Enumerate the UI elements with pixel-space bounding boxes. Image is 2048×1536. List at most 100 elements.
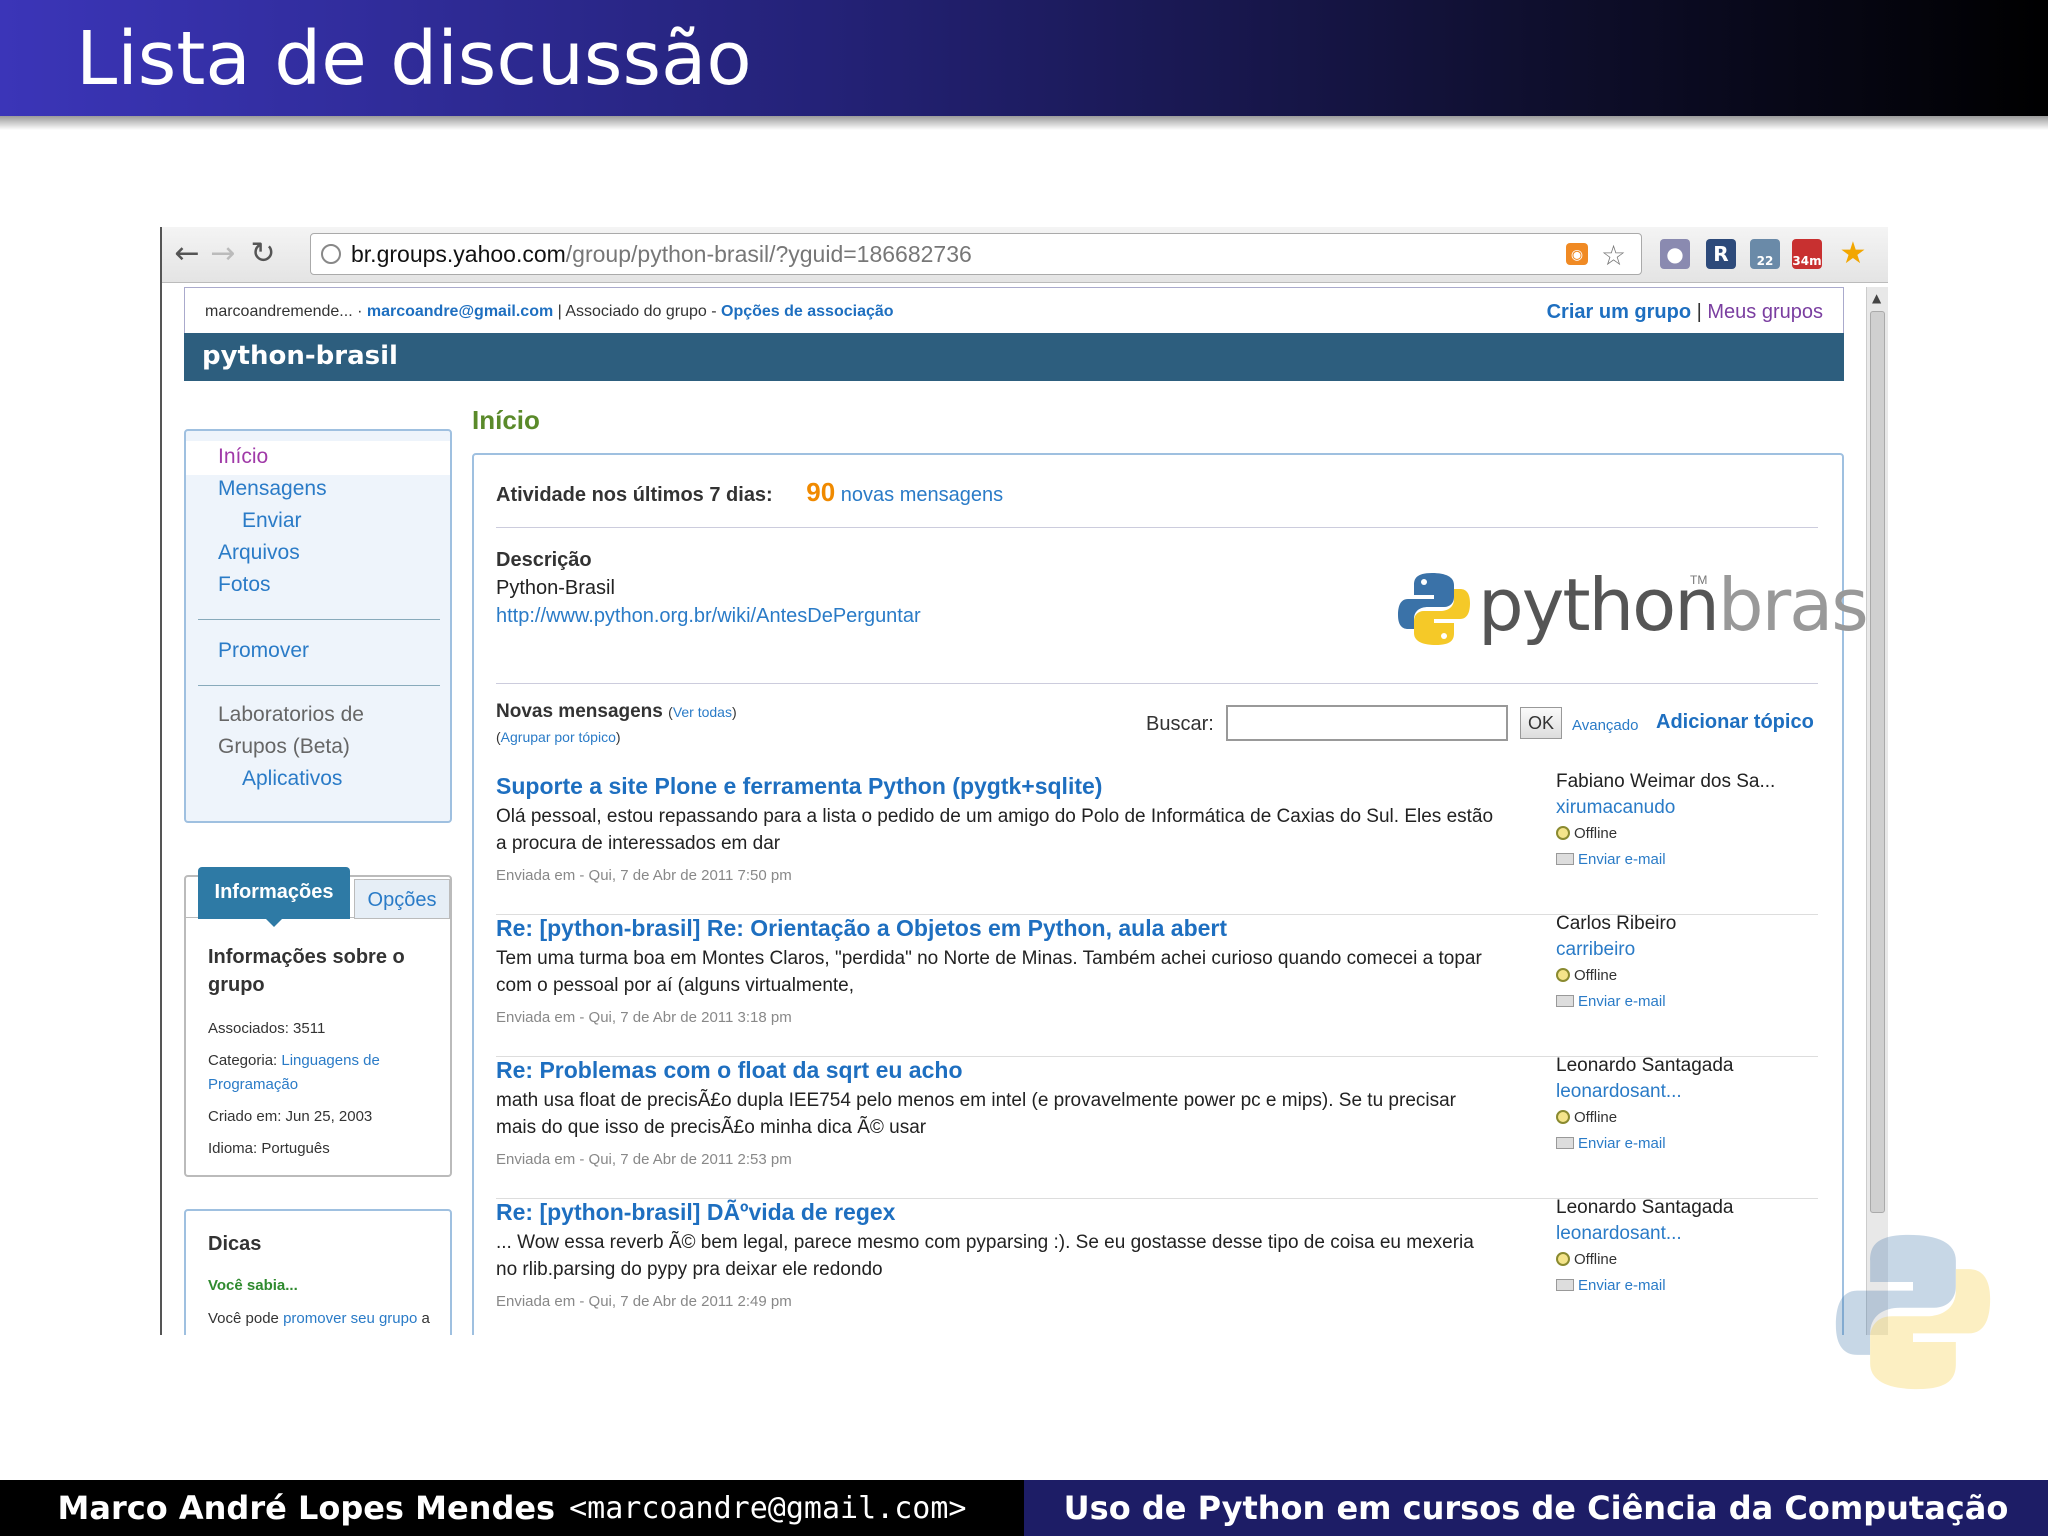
add-topic-link[interactable]: Adicionar tópico [1656, 711, 1814, 734]
send-email-label: Enviar e-mail [1578, 1277, 1666, 1294]
send-email-link[interactable]: Enviar e-mail [1556, 1135, 1666, 1152]
nav-divider [198, 685, 440, 686]
message-sent-date: Enviada em - Qui, 7 de Abr de 2011 7:50 … [496, 867, 792, 884]
envelope-icon [1556, 995, 1574, 1007]
reload-icon[interactable]: ↻ [246, 237, 280, 271]
user-name: marcoandremende... · [205, 303, 367, 320]
message-body: Olá pessoal, estou repassando para a lis… [496, 806, 1494, 854]
browser-toolbar: ← → ↻ br.groups.yahoo.com/group/python-b… [162, 227, 1888, 283]
status-text: Offline [1574, 825, 1618, 842]
activity-label: Atividade nos últimos 7 dias: [496, 484, 773, 506]
back-arrow-icon[interactable]: ← [170, 237, 204, 271]
logo-python-word: python [1478, 563, 1720, 647]
nav-item-inicio[interactable]: Início [218, 445, 268, 469]
slide-title: Lista de discussão [76, 16, 752, 102]
message-subject-link[interactable]: Re: [python-brasil] DÃºvida de regex [496, 1199, 895, 1226]
create-group-link[interactable]: Criar um grupo [1547, 301, 1691, 323]
tips-heading: Dicas [208, 1233, 262, 1255]
envelope-icon [1556, 1137, 1574, 1149]
vertical-scrollbar[interactable]: ▲ [1866, 287, 1888, 1335]
extension-icon[interactable]: ● [1660, 239, 1690, 269]
forward-arrow-icon[interactable]: → [206, 237, 240, 271]
new-messages-label: Novas mensagens [496, 701, 663, 722]
weather-badge-icon[interactable]: 22 [1750, 239, 1780, 269]
url-path: /group/python-brasil/?yguid=186682736 [565, 241, 972, 267]
footer-talk-title: Uso de Python em cursos de Ciência da Co… [1024, 1480, 2048, 1536]
author-status: Offline [1556, 1109, 1617, 1126]
logo-trademark: TM [1690, 573, 1708, 587]
message-author-nick-link[interactable]: carribeiro [1556, 939, 1635, 961]
scrollbar-thumb[interactable] [1870, 311, 1885, 1213]
scroll-up-arrow-icon[interactable]: ▲ [1872, 291, 1881, 305]
favorite-star-icon[interactable]: ★ [1838, 239, 1868, 269]
browser-screenshot: ← → ↻ br.groups.yahoo.com/group/python-b… [160, 227, 1888, 1335]
nav-item-arquivos[interactable]: Arquivos [218, 541, 300, 565]
send-email-link[interactable]: Enviar e-mail [1556, 851, 1666, 868]
tips-text-start: Você pode [208, 1310, 284, 1327]
offline-status-icon [1556, 1252, 1570, 1266]
nav-item-mensagens[interactable]: Mensagens [218, 477, 327, 501]
nav-item-aplicativos[interactable]: Aplicativos [242, 767, 342, 791]
address-bar[interactable]: br.groups.yahoo.com/group/python-brasil/… [310, 233, 1642, 275]
search-input[interactable] [1226, 705, 1508, 741]
r-extension-icon[interactable]: R [1706, 239, 1736, 269]
message-subject-link[interactable]: Re: Problemas com o float da sqrt eu ach… [496, 1057, 963, 1084]
view-all-link[interactable]: Ver todas [673, 704, 732, 720]
search-ok-button[interactable]: OK [1520, 707, 1562, 739]
logo-brasil-word: brasil [1717, 563, 1888, 647]
message-body: math usa float de precisÃ£o dupla IEE754… [496, 1090, 1457, 1138]
user-email-link[interactable]: marcoandre@gmail.com [367, 303, 553, 320]
group-by-topic-link[interactable]: Agrupar por tópico [501, 729, 616, 745]
info-heading: Informações sobre o grupo [208, 946, 405, 996]
view-all-wrapper: (Ver todas) [668, 704, 737, 720]
activity-count: 90 [806, 477, 836, 507]
group-links: Criar um grupo | Meus grupos [1547, 301, 1823, 324]
nav-item-promover[interactable]: Promover [218, 639, 309, 663]
message-author-nick-link[interactable]: leonardosant... [1556, 1081, 1682, 1103]
nav-labs-label-line2: Grupos (Beta) [218, 735, 350, 758]
user-bar: marcoandremende... · marcoandre@gmail.co… [184, 287, 1844, 333]
python-brasil-logo: pythonbrasil TM [1396, 563, 1888, 657]
nav-labs-label-line1: Laboratorios de [218, 703, 364, 726]
message-author-nick-link[interactable]: xirumacanudo [1556, 797, 1675, 819]
envelope-icon [1556, 1279, 1574, 1291]
advanced-search-link[interactable]: Avançado [1572, 717, 1638, 734]
logo-wordmark: pythonbrasil [1478, 563, 1888, 647]
message-subject-link[interactable]: Re: [python-brasil] Re: Orientação a Obj… [496, 915, 1227, 942]
badge-22: 22 [1756, 254, 1774, 268]
status-text: Offline [1574, 967, 1618, 984]
slide-title-bar: Lista de discussão [0, 0, 2048, 130]
send-email-link[interactable]: Enviar e-mail [1556, 993, 1666, 1010]
main-title: Início [472, 405, 540, 435]
category-label: Categoria: [208, 1052, 282, 1069]
author-status: Offline [1556, 1251, 1617, 1268]
url-host: br.groups.yahoo.com [351, 241, 566, 267]
group-name-bar: python-brasil [184, 333, 1844, 381]
mail-badge-icon[interactable]: 34m [1792, 239, 1822, 269]
send-email-link[interactable]: Enviar e-mail [1556, 1277, 1666, 1294]
description-link[interactable]: http://www.python.org.br/wiki/AntesDePer… [496, 605, 921, 628]
links-separator: | [1691, 301, 1708, 323]
nav-item-enviar[interactable]: Enviar [242, 509, 302, 533]
message-item: Suporte a site Plone e ferramenta Python… [496, 771, 1818, 915]
group-name[interactable]: python-brasil [202, 341, 398, 371]
new-messages-link[interactable]: novas mensagens [841, 484, 1003, 506]
tab-informacoes[interactable]: Informações [198, 867, 350, 927]
message-author: Carlos Ribeiro [1556, 913, 1677, 934]
nav-item-fotos[interactable]: Fotos [218, 573, 271, 597]
user-role: | Associado do grupo - [553, 303, 721, 320]
send-email-label: Enviar e-mail [1578, 993, 1666, 1010]
offline-status-icon [1556, 1110, 1570, 1124]
promote-group-link[interactable]: promover seu grupo [283, 1310, 417, 1327]
new-messages-heading: Novas mensagens (Ver todas) [496, 701, 737, 723]
bookmark-star-icon[interactable]: ☆ [1601, 236, 1626, 276]
message-author-nick-link[interactable]: leonardosant... [1556, 1223, 1682, 1245]
info-category: Categoria: Linguagens de Programação [208, 1049, 428, 1097]
my-groups-link[interactable]: Meus grupos [1707, 301, 1823, 323]
message-subject-link[interactable]: Suporte a site Plone e ferramenta Python… [496, 773, 1102, 800]
python-snake-icon [1398, 573, 1470, 645]
membership-options-link[interactable]: Opções de associação [721, 303, 894, 320]
tab-opcoes[interactable]: Opções [354, 879, 450, 919]
rss-icon[interactable]: ◉ [1566, 243, 1588, 265]
info-created: Criado em: Jun 25, 2003 [208, 1108, 373, 1125]
